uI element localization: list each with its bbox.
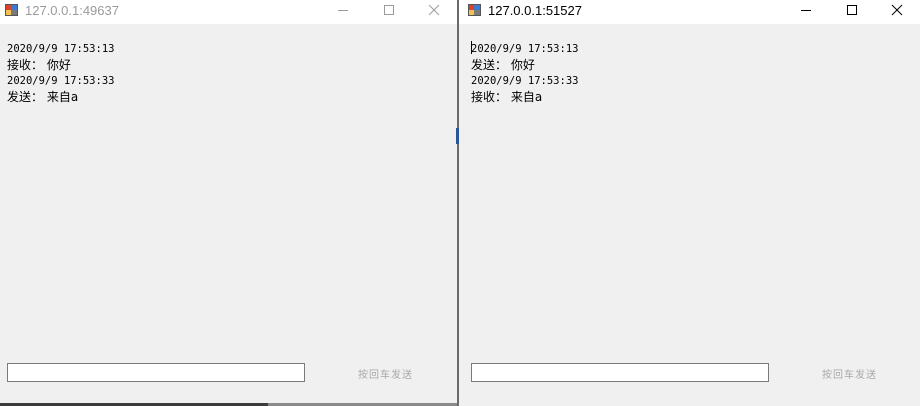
message-text: 接收： 来自a — [471, 90, 543, 104]
maximize-button[interactable] — [829, 0, 875, 22]
message-timestamp: 2020/9/9 17:53:13 — [7, 43, 115, 55]
minimize-icon — [338, 10, 348, 11]
window-title: 127.0.0.1:51527 — [488, 3, 582, 18]
chat-window-right[interactable]: 127.0.0.1:51527 2020/9/9 17:53:13 发送： 你好… — [459, 0, 920, 406]
close-button[interactable] — [411, 0, 457, 22]
message-text: 接收： 你好 — [7, 58, 71, 72]
message-log[interactable]: 2020/9/9 17:53:13 发送： 你好 2020/9/9 17:53:… — [471, 41, 578, 105]
message-text: 发送： 你好 — [471, 58, 535, 72]
title-bar[interactable]: 127.0.0.1:49637 — [0, 0, 458, 24]
close-icon — [428, 4, 440, 16]
send-hint-label: 按回车发送 — [358, 370, 413, 381]
message-input[interactable] — [7, 363, 305, 382]
message-timestamp: 2020/9/9 17:53:33 — [7, 75, 115, 87]
maximize-icon — [847, 5, 857, 15]
window-title: 127.0.0.1:49637 — [25, 3, 119, 18]
message-text: 发送： 来自a — [7, 90, 79, 104]
app-icon — [5, 4, 18, 16]
message-timestamp: 2020/9/9 17:53:33 — [471, 75, 579, 87]
maximize-icon — [384, 5, 394, 15]
send-hint-label: 按回车发送 — [822, 370, 877, 381]
close-button[interactable] — [874, 0, 920, 22]
chat-window-left[interactable]: 127.0.0.1:49637 2020/9/9 17:53:13 接收： 你好… — [0, 0, 458, 406]
minimize-icon — [801, 10, 811, 11]
minimize-button[interactable] — [320, 0, 366, 22]
close-icon — [891, 4, 903, 16]
app-icon — [468, 4, 481, 16]
title-bar[interactable]: 127.0.0.1:51527 — [459, 0, 920, 24]
minimize-button[interactable] — [783, 0, 829, 22]
message-timestamp: 2020/9/9 17:53:13 — [471, 43, 579, 55]
message-input[interactable] — [471, 363, 769, 382]
message-log[interactable]: 2020/9/9 17:53:13 接收： 你好 2020/9/9 17:53:… — [7, 41, 114, 105]
desktop: 127.0.0.1:49637 2020/9/9 17:53:13 接收： 你好… — [0, 0, 920, 406]
maximize-button[interactable] — [366, 0, 412, 22]
